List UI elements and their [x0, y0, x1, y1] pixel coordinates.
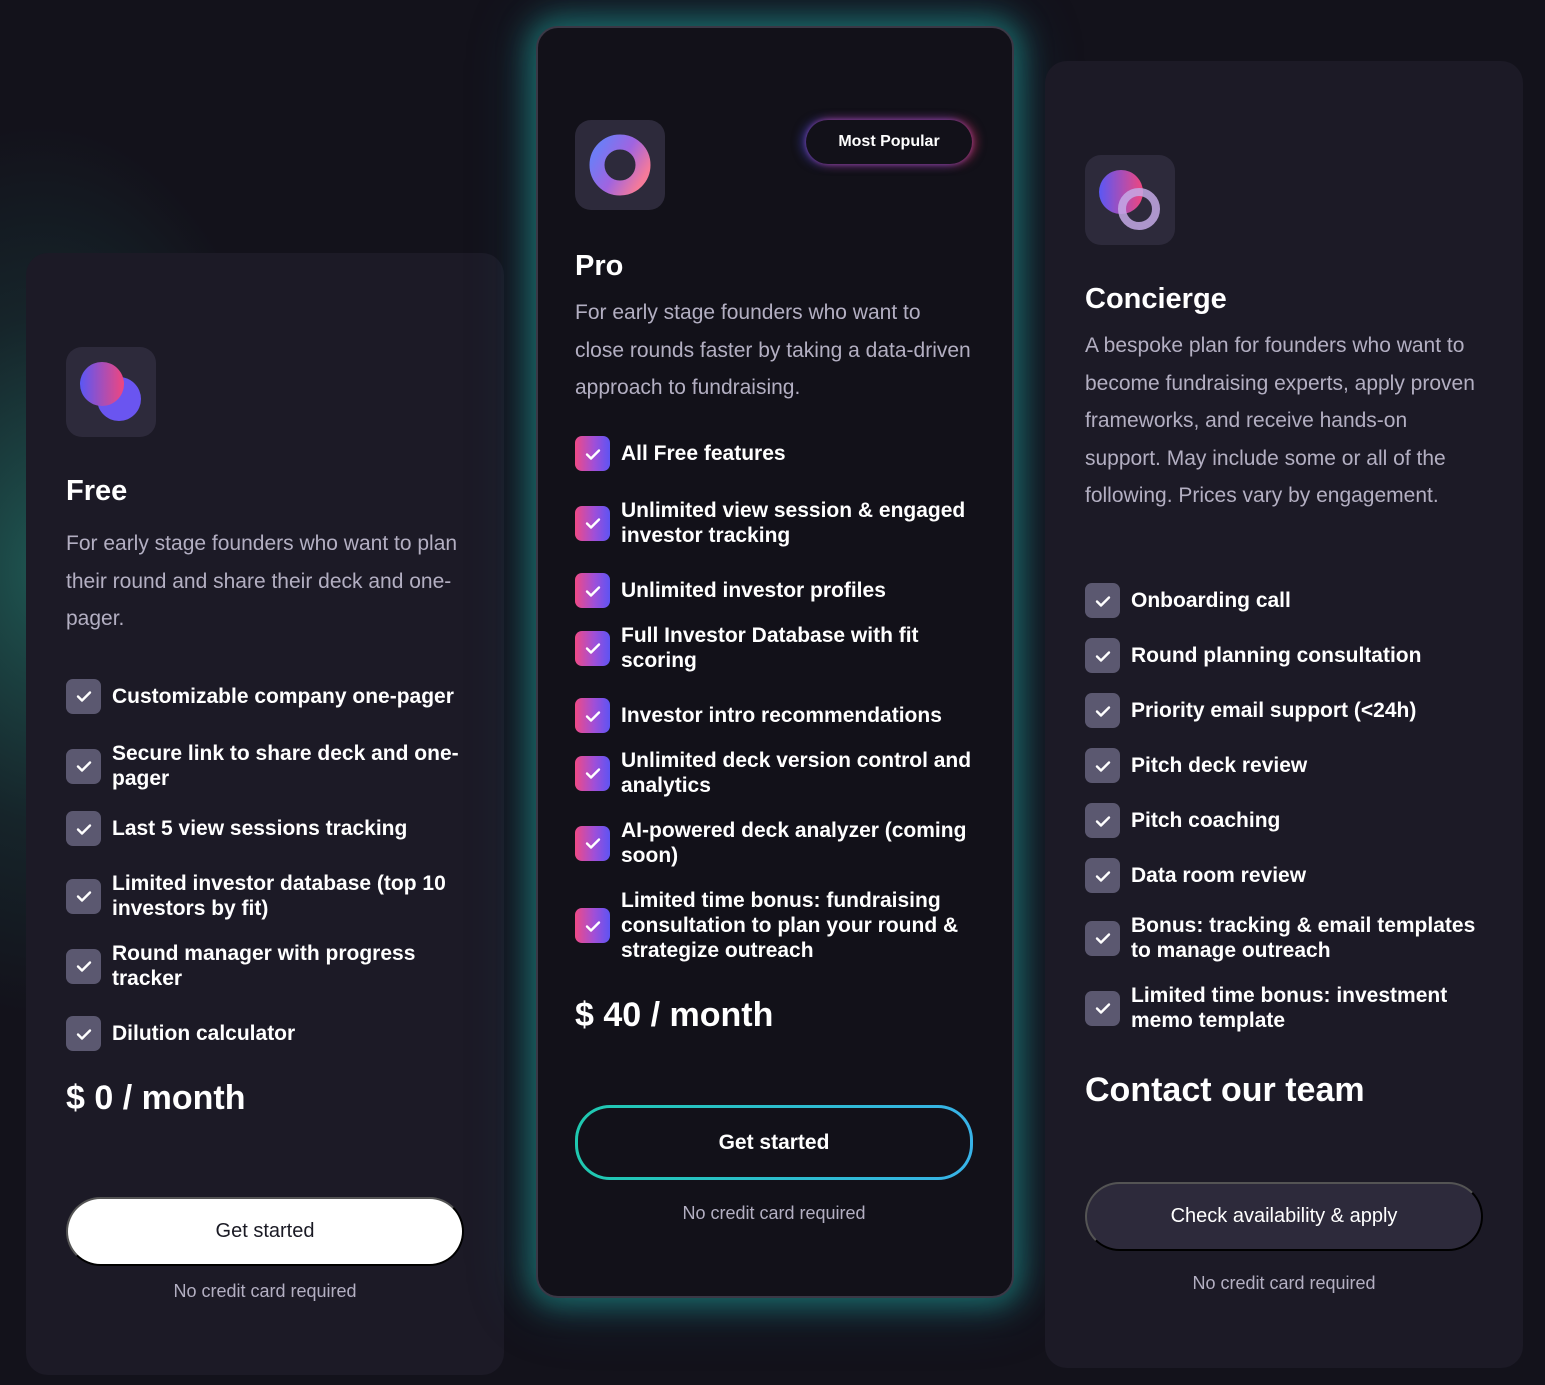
checkbox-checked-icon: [575, 573, 610, 608]
checkbox-checked-icon: [575, 505, 610, 541]
feature-text: Dilution calculator: [112, 1022, 296, 1045]
feature-text: Round planning consultation: [1131, 644, 1422, 667]
feature-item: Pitch deck review: [1085, 748, 1495, 783]
feature-text: AI-powered deck analyzer (coming soon): [621, 819, 967, 867]
feature-text: Unlimited investor profiles: [621, 579, 886, 602]
plan-description: For early stage founders who want to pla…: [66, 532, 458, 630]
checkbox-checked-icon: [66, 878, 101, 914]
feature-text: Full Investor Database with fit scoring: [621, 624, 919, 672]
check-availability-button[interactable]: Check availability & apply: [1085, 1182, 1483, 1251]
checkbox-checked-icon: [575, 755, 610, 791]
feature-text: Limited time bonus: investment memo temp…: [1131, 984, 1448, 1032]
get-started-button[interactable]: Get started: [66, 1197, 464, 1266]
feature-text: Data room review: [1131, 864, 1307, 887]
feature-item: Round planning consultation: [1085, 638, 1495, 673]
checkbox-checked-icon: [1085, 583, 1120, 618]
feature-item: All Free features: [575, 436, 980, 471]
circle-and-ring-logo-icon: [1085, 155, 1175, 245]
plan-card-pro: Pro For early stage founders who want to…: [536, 26, 1014, 1298]
plan-title: Concierge: [1085, 283, 1227, 315]
checkbox-checked-icon: [575, 908, 610, 943]
checkbox-checked-icon: [575, 825, 610, 861]
feature-item: Full Investor Database with fit scoring: [575, 623, 980, 673]
two-overlapping-circles-logo-icon: [66, 347, 156, 437]
feature-item: Investor intro recommendations: [575, 698, 980, 733]
no-credit-card-note: No credit card required: [682, 1203, 866, 1223]
feature-text: Pitch coaching: [1131, 809, 1281, 832]
plan-price: Contact our team: [1085, 1071, 1365, 1109]
feature-item: Round manager with progress tracker: [66, 941, 466, 991]
feature-text: Unlimited view session & engaged investo…: [621, 499, 966, 547]
feature-item: Unlimited deck version control and analy…: [575, 748, 980, 798]
checkbox-checked-icon: [66, 1016, 101, 1051]
feature-text: Onboarding call: [1131, 589, 1291, 612]
checkbox-checked-icon: [575, 630, 610, 666]
feature-item: Limited investor database (top 10 invest…: [66, 871, 466, 921]
checkbox-checked-icon: [1085, 920, 1120, 956]
checkbox-checked-icon: [575, 436, 610, 471]
checkbox-checked-icon: [1085, 803, 1120, 838]
get-started-button[interactable]: Get started: [575, 1105, 973, 1180]
plan-card-concierge: Concierge A bespoke plan for founders wh…: [1045, 61, 1523, 1368]
ring-logo-icon: [575, 120, 665, 210]
checkbox-checked-icon: [1085, 638, 1120, 673]
feature-text: Bonus: tracking & email templates to man…: [1131, 914, 1476, 962]
checkbox-checked-icon: [1085, 858, 1120, 893]
plan-description: A bespoke plan for founders who want to …: [1085, 334, 1475, 507]
no-credit-card-note: No credit card required: [1192, 1273, 1376, 1293]
checkbox-checked-icon: [575, 698, 610, 733]
feature-text: Last 5 view sessions tracking: [112, 817, 408, 840]
most-popular-badge: Most Popular: [806, 120, 972, 164]
checkbox-checked-icon: [66, 748, 101, 784]
feature-item: Unlimited investor profiles: [575, 573, 980, 608]
feature-list: Onboarding call Round planning consultat…: [1085, 583, 1495, 1033]
feature-item: Unlimited view session & engaged investo…: [575, 498, 980, 548]
feature-text: Pitch deck review: [1131, 754, 1308, 777]
plan-description: For early stage founders who want to clo…: [575, 301, 971, 399]
feature-text: Secure link to share deck and one-pager: [112, 742, 459, 790]
feature-item: Last 5 view sessions tracking: [66, 811, 466, 846]
feature-text: Limited investor database (top 10 invest…: [112, 872, 446, 920]
feature-item: Bonus: tracking & email templates to man…: [1085, 913, 1495, 963]
no-credit-card-note: No credit card required: [173, 1281, 357, 1301]
feature-item: Dilution calculator: [66, 1016, 466, 1051]
feature-item: Priority email support (<24h): [1085, 693, 1495, 728]
feature-item: Data room review: [1085, 858, 1495, 893]
feature-text: Customizable company one-pager: [112, 684, 454, 708]
feature-text: Limited time bonus: fundraising consulta…: [621, 889, 959, 962]
plan-title: Pro: [575, 250, 624, 282]
feature-text: Round manager with progress tracker: [112, 942, 416, 990]
feature-item: Limited time bonus: fundraising consulta…: [575, 888, 980, 963]
plan-card-free: Free For early stage founders who want t…: [26, 253, 504, 1375]
feature-item: AI-powered deck analyzer (coming soon): [575, 818, 980, 868]
feature-item: Limited time bonus: investment memo temp…: [1085, 983, 1495, 1033]
checkbox-checked-icon: [66, 811, 101, 846]
checkbox-checked-icon: [1085, 748, 1120, 783]
feature-text: All Free features: [621, 442, 786, 465]
plan-title: Free: [66, 475, 128, 507]
checkbox-checked-icon: [66, 678, 101, 714]
plan-price: $ 0 / month: [66, 1079, 246, 1117]
feature-text: Investor intro recommendations: [621, 704, 942, 727]
feature-item: Customizable company one-pager: [66, 671, 466, 721]
feature-item: Pitch coaching: [1085, 803, 1495, 838]
feature-item: Secure link to share deck and one-pager: [66, 741, 466, 791]
feature-list: Customizable company one-pager Secure li…: [66, 671, 466, 1051]
feature-item: Onboarding call: [1085, 583, 1495, 618]
feature-text: Unlimited deck version control and analy…: [621, 749, 972, 797]
checkbox-checked-icon: [1085, 693, 1120, 728]
checkbox-checked-icon: [66, 948, 101, 984]
plan-price: $ 40 / month: [575, 996, 774, 1034]
checkbox-checked-icon: [1085, 990, 1120, 1026]
feature-list: All Free features Unlimited view session…: [575, 436, 980, 963]
feature-text: Priority email support (<24h): [1131, 699, 1417, 722]
